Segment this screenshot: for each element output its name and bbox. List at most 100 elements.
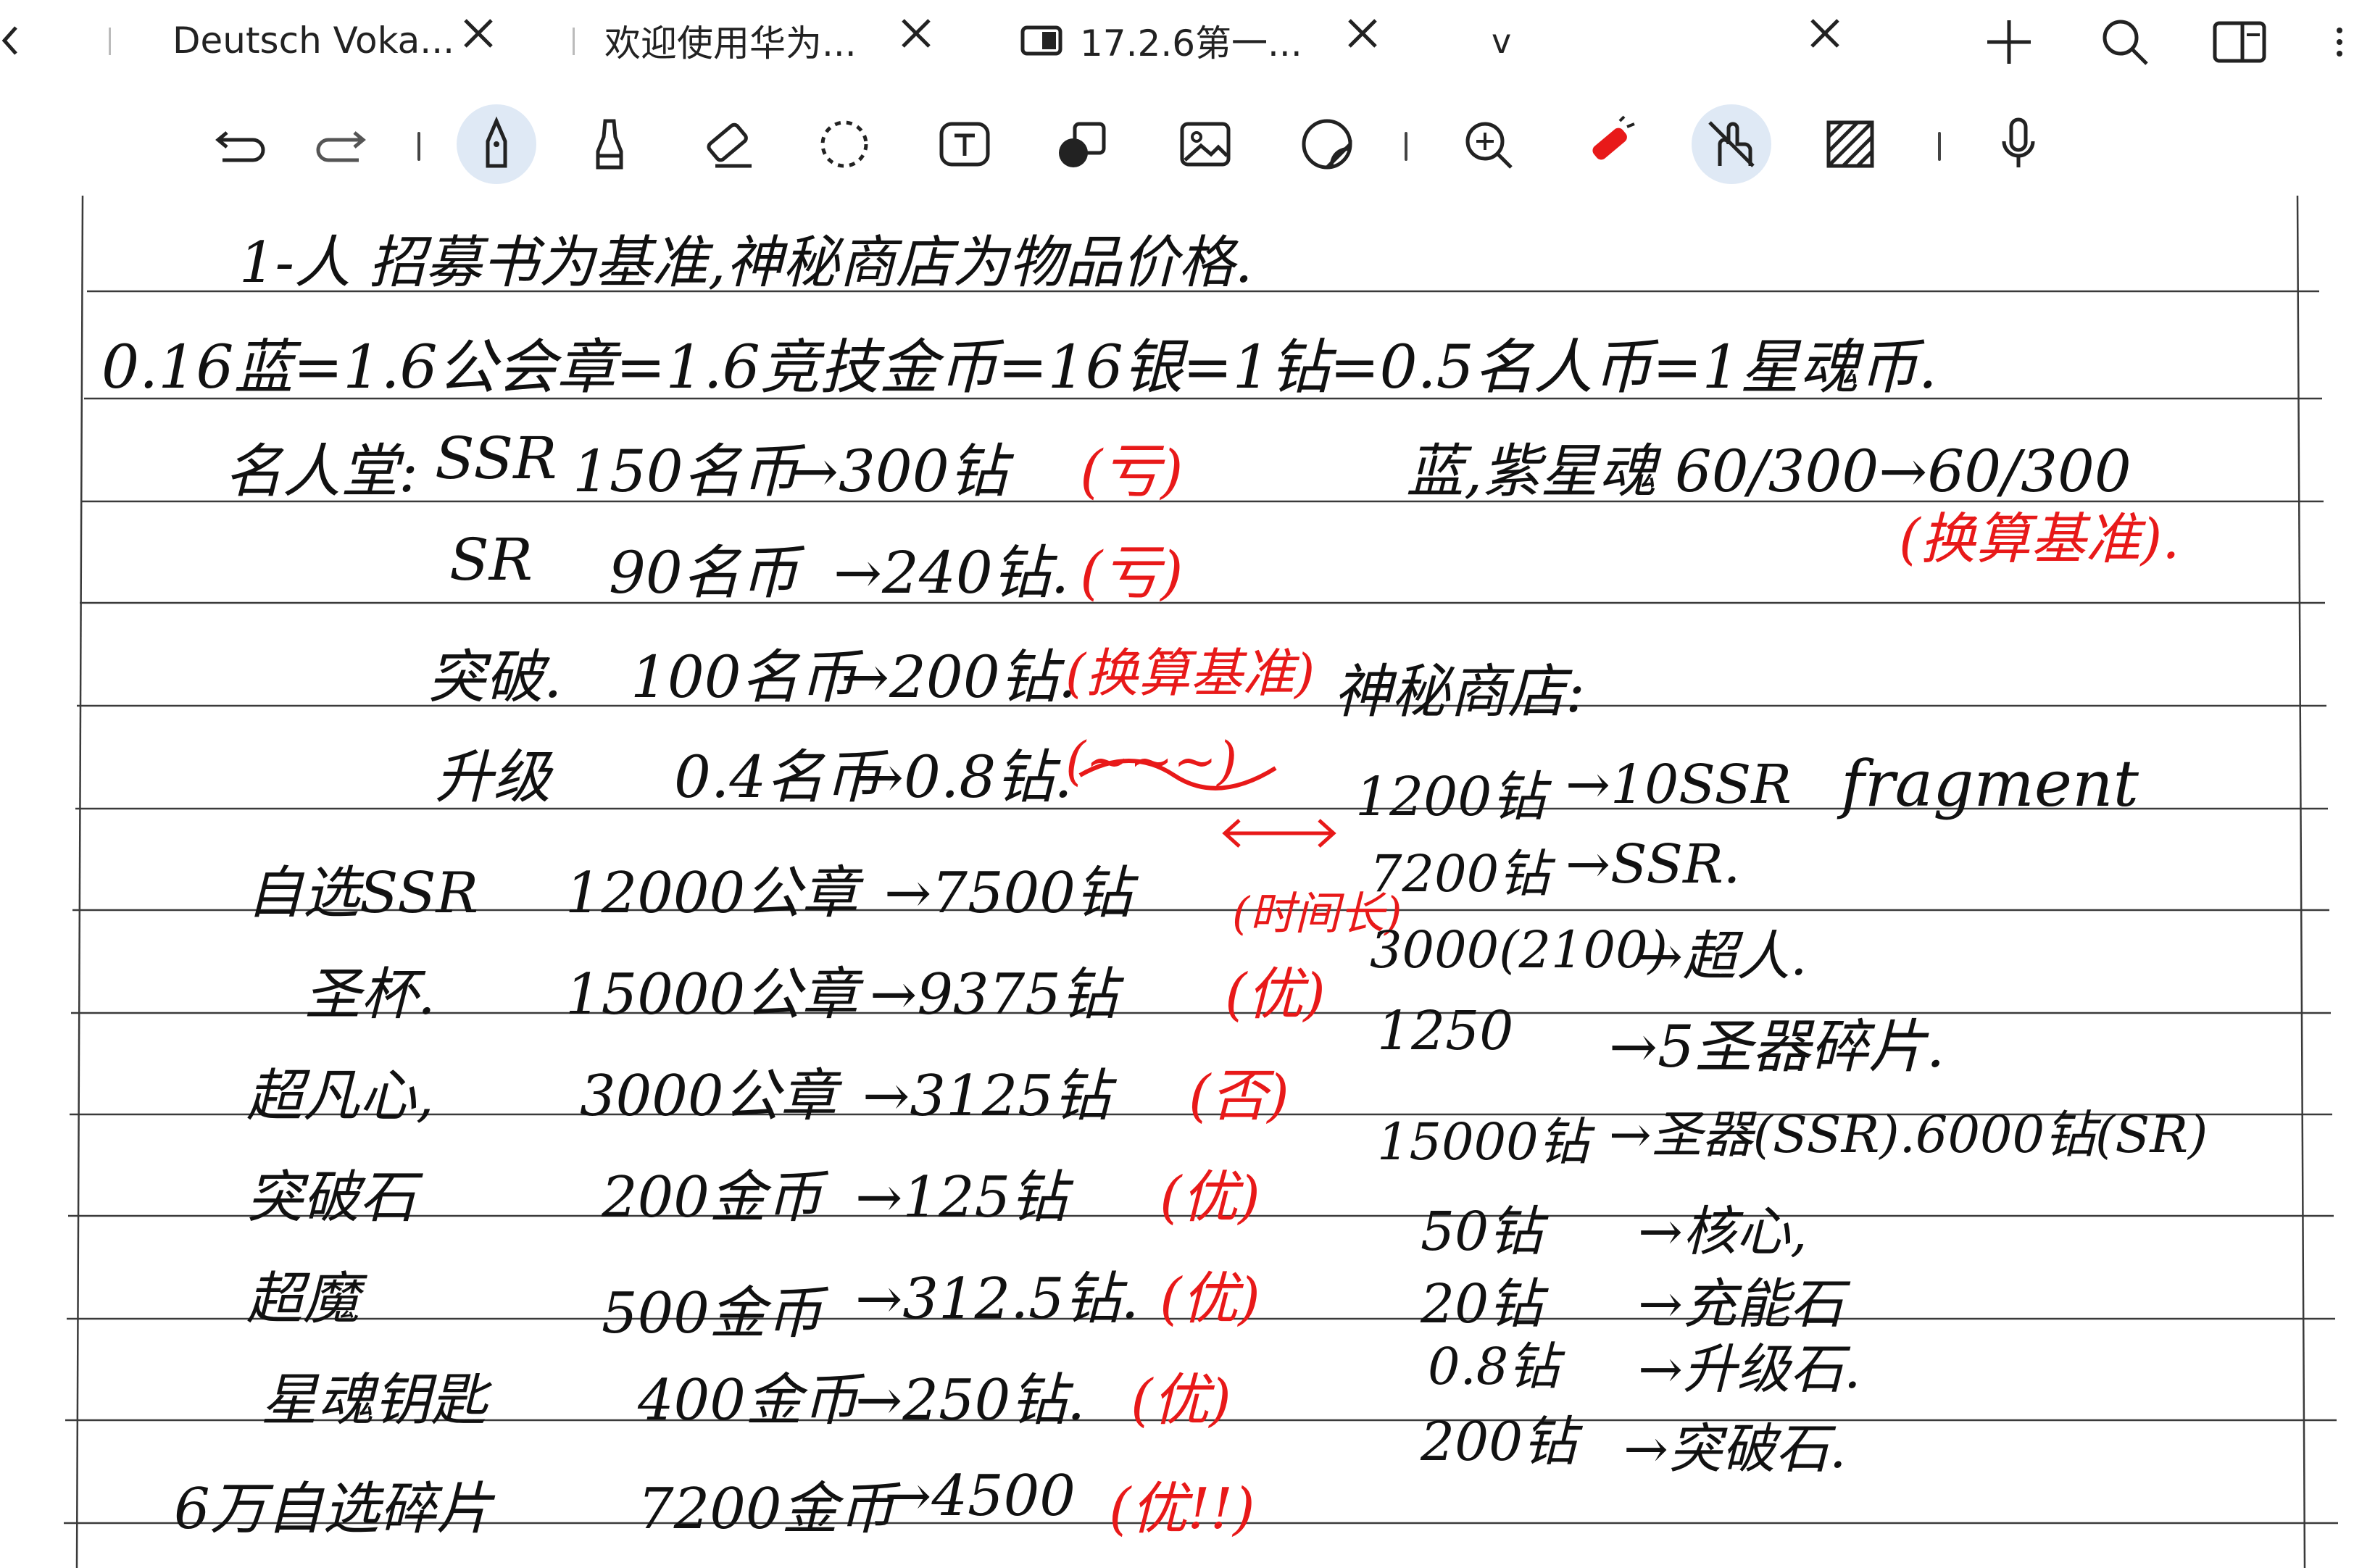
microphone-icon (2002, 117, 2035, 167)
undo-icon (215, 131, 265, 162)
split-view-icon[interactable] (2210, 13, 2268, 71)
shop-cost: 7200钻 (1370, 844, 1550, 904)
close-tab-icon[interactable] (1344, 14, 1381, 52)
shop-cost: 1200钻 (1355, 766, 1546, 828)
shop-value: →5圣器碎片. (1609, 1013, 1945, 1080)
highlighter-icon (596, 119, 623, 170)
more-icon[interactable] (2325, 13, 2354, 71)
tab-separator (573, 28, 575, 55)
shop-value: →SSR. (1565, 833, 1741, 896)
guild-cost: 7200金币 (638, 1477, 895, 1542)
hall-value: →240钻. (833, 539, 1070, 606)
hall-note: (亏) (1080, 539, 1184, 606)
hall-label: 名人堂: (225, 438, 418, 505)
eraser-icon (707, 122, 752, 168)
eraser-tool[interactable] (690, 104, 770, 184)
shop-cost: 15000钻 (1377, 1112, 1589, 1172)
guild-item: 6万自选碎片 (174, 1477, 493, 1542)
hall-cost: 90名币 (609, 539, 799, 606)
pen-icon (486, 116, 507, 168)
tab-title: 17.2.6第一... (1080, 22, 1302, 64)
tab-deutsch[interactable]: Deutsch Voka... (172, 7, 454, 74)
background-grid-icon (1826, 120, 1874, 168)
pen-tool[interactable] (457, 104, 536, 184)
highlighter-tool[interactable] (570, 104, 649, 184)
shop-cost: 3000(2100) (1370, 920, 1668, 980)
guild-cost: 400金币 (638, 1368, 859, 1433)
guild-value: →125钻 (855, 1165, 1068, 1230)
text-tool[interactable] (925, 104, 1005, 184)
tab-huawei[interactable]: 欢迎使用华为... (604, 7, 857, 74)
hall-item: SSR (435, 425, 557, 492)
hall-item: 突破. (428, 643, 562, 711)
shop-cost: 0.8钻 (1428, 1337, 1560, 1396)
guild-cost: 3000公章 (580, 1064, 837, 1129)
note-title: 1-人 招募书为基准,神秘商店为物品价格. (239, 230, 1253, 296)
shop-cost: 200钻 (1421, 1411, 1577, 1473)
guild-note: (优) (1160, 1165, 1260, 1230)
guild-item: 突破石 (246, 1165, 417, 1230)
guild-value: →250钻. (855, 1368, 1086, 1433)
guild-note: (否) (1189, 1064, 1289, 1129)
hall-cost: 0.4名币 (674, 743, 883, 811)
toolbar-separator (1938, 132, 1941, 161)
shop-value: →突破石. (1623, 1418, 1847, 1480)
chevron-left-icon[interactable] (0, 13, 22, 68)
guild-value: →3125钻 (862, 1064, 1110, 1129)
shop-value: →升级石. (1638, 1338, 1861, 1401)
hall-cost: 150名币 (573, 438, 799, 505)
shape-icon (1059, 122, 1106, 167)
red-double-arrow (1222, 819, 1336, 848)
redo-button[interactable] (300, 104, 380, 184)
shop-cost: 1250 (1377, 1000, 1514, 1062)
hand-touch-tool[interactable] (1692, 104, 1771, 184)
new-tab-icon[interactable] (1980, 13, 2038, 71)
close-all-icon[interactable] (1806, 14, 1844, 52)
guild-value: →9375钻 (870, 962, 1118, 1027)
undo-button[interactable] (201, 104, 281, 184)
guild-item: 星魂钥匙 (261, 1368, 488, 1433)
hall-cost: 100名币 (631, 643, 857, 711)
guild-note: (优) (1160, 1267, 1260, 1332)
shape-tool[interactable] (1042, 104, 1122, 184)
guild-value: →312.5钻. (855, 1267, 1139, 1332)
zoom-icon (1465, 122, 1513, 169)
shop-value: →10SSR (1565, 754, 1792, 816)
tab-note-active[interactable]: 17.2.6第一... (1020, 7, 1302, 74)
hall-item: SR (449, 526, 533, 593)
close-tab-icon[interactable] (897, 14, 935, 52)
sticker-tool[interactable] (1287, 104, 1367, 184)
guild-item: 圣杯. (304, 962, 436, 1027)
background-grid-tool[interactable] (1810, 104, 1890, 184)
image-tool[interactable] (1165, 104, 1245, 184)
guild-note: (优) (1131, 1368, 1231, 1433)
tab-title: 欢迎使用华为... (604, 22, 857, 64)
sticker-icon (1302, 119, 1352, 170)
close-tab-icon[interactable] (459, 14, 497, 52)
laser-pointer-tool[interactable] (1568, 104, 1648, 184)
tab-separator (109, 28, 111, 55)
tab-title: Deutsch Voka... (172, 20, 454, 62)
hall-value: →300钻 (790, 438, 1007, 505)
guild-item: 超凡心, (246, 1064, 434, 1129)
guild-cost: 500金币 (602, 1281, 823, 1346)
search-icon[interactable] (2096, 13, 2154, 71)
tab-dropdown[interactable]: v (1492, 22, 1511, 61)
image-icon (1180, 122, 1231, 167)
guild-cost: 12000公章 (565, 861, 859, 926)
shop-label: 神秘商店: (1334, 658, 1585, 725)
hall-note: (~~~) (1065, 730, 1238, 791)
zoom-tool[interactable] (1448, 104, 1528, 184)
microphone-button[interactable] (1979, 104, 2058, 184)
lasso-tool[interactable] (804, 104, 884, 184)
shop-value: →超人. (1638, 925, 1808, 988)
guild-value: →4500 (884, 1464, 1076, 1529)
shop-value: →核心, (1638, 1201, 1808, 1263)
note-toolbar (0, 90, 2354, 199)
redo-icon (316, 131, 366, 162)
hall-note: (换算基准) (1065, 643, 1315, 704)
guild-item: 超魔 (246, 1267, 360, 1332)
note-canvas[interactable]: 1-人 招募书为基准,神秘商店为物品价格. 0.16蓝=1.6公会章=1.6竞技… (0, 196, 2354, 1568)
hall-value: →0.8钻. (855, 743, 1073, 811)
hall-value: →200钻. (841, 643, 1077, 711)
